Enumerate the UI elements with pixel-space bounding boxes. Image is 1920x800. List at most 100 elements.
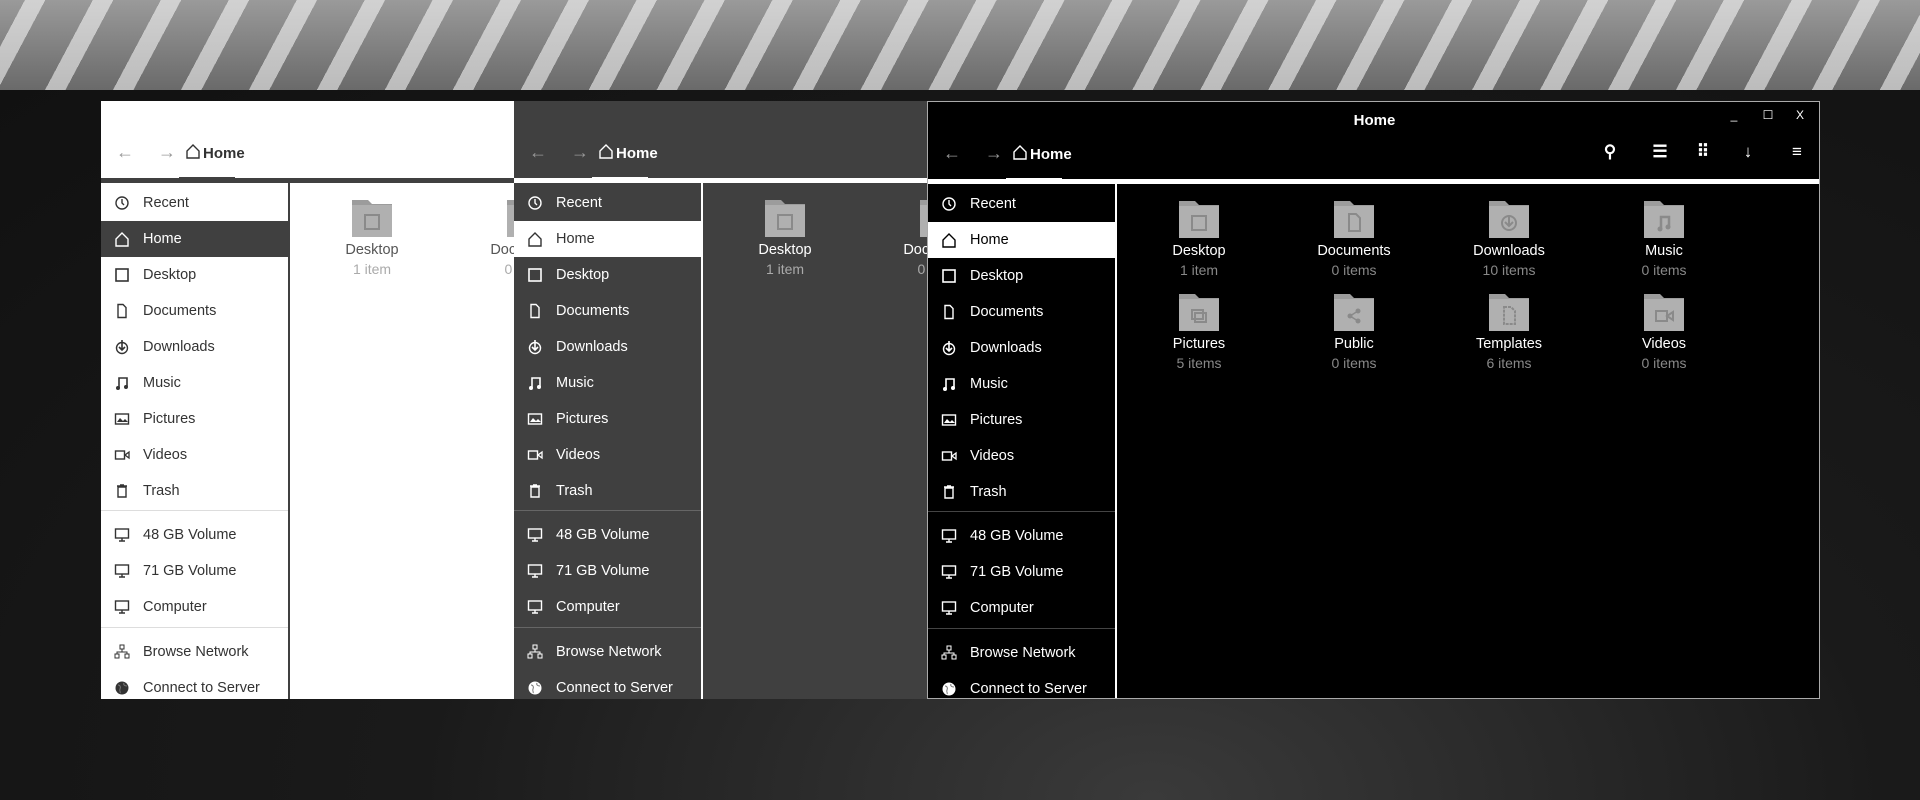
sidebar-item-connect-to-server[interactable]: Connect to Server: [514, 670, 701, 699]
sidebar-item-home[interactable]: Home: [928, 222, 1115, 258]
back-button[interactable]: ←: [113, 142, 137, 163]
folder-item-count: 0 items: [504, 261, 514, 277]
document-icon: [112, 303, 131, 319]
sidebar-item-desktop[interactable]: Desktop: [928, 258, 1115, 294]
sidebar-item-label: Connect to Server: [970, 681, 1087, 697]
sidebar-item-71-gb-volume[interactable]: 71 GB Volume: [101, 553, 288, 589]
sidebar-item-label: Browse Network: [970, 645, 1076, 661]
sidebar-item-trash[interactable]: Trash: [101, 473, 288, 509]
sidebar-item-home[interactable]: Home: [101, 221, 288, 257]
home-icon: [112, 231, 131, 247]
folder-documents[interactable]: Documents 0 items: [875, 198, 927, 277]
folder-pictures[interactable]: Pictures 5 items: [1134, 292, 1264, 371]
sidebar-item-videos[interactable]: Videos: [928, 438, 1115, 474]
sidebar-item-trash[interactable]: Trash: [514, 473, 701, 509]
sidebar-section-separator: [514, 510, 701, 511]
sidebar-item-connect-to-server[interactable]: Connect to Server: [928, 671, 1115, 698]
folder-desktop[interactable]: Desktop 1 item: [307, 198, 437, 277]
sidebar-item-downloads[interactable]: Downloads: [928, 330, 1115, 366]
folder-item-count: 0 items: [917, 261, 927, 277]
sidebar-item-71-gb-volume[interactable]: 71 GB Volume: [514, 553, 701, 589]
sidebar-item-downloads[interactable]: Downloads: [101, 329, 288, 365]
sidebar-item-computer[interactable]: Computer: [101, 589, 288, 625]
minimize-icon[interactable]: _: [1724, 108, 1744, 122]
pictures-icon: [525, 411, 544, 427]
sidebar-item-browse-network[interactable]: Browse Network: [514, 634, 701, 670]
folder-label: Music: [1645, 243, 1683, 259]
network-icon: [939, 645, 958, 661]
folder-label: Downloads: [1473, 243, 1545, 259]
close-icon[interactable]: X: [1790, 108, 1810, 122]
file-manager-window-gray: Home←→HomeRecentHomeDesktopDocumentsDown…: [514, 101, 927, 699]
folder-videos[interactable]: Videos 0 items: [1599, 292, 1729, 371]
back-button[interactable]: ←: [526, 142, 550, 163]
forward-button[interactable]: →: [982, 143, 1006, 164]
computer-icon: [525, 599, 544, 615]
sidebar-item-connect-to-server[interactable]: Connect to Server: [101, 670, 288, 699]
sidebar-item-label: Documents: [556, 303, 630, 319]
back-button[interactable]: ←: [940, 143, 964, 164]
sidebar-item-documents[interactable]: Documents: [928, 294, 1115, 330]
folder-desktop-icon: [307, 198, 437, 238]
folder-templates[interactable]: Templates 6 items: [1444, 292, 1574, 371]
forward-button[interactable]: →: [568, 142, 592, 163]
sidebar-item-label: Home: [970, 232, 1009, 248]
folder-desktop[interactable]: Desktop 1 item: [720, 198, 850, 277]
sidebar-item-48-gb-volume[interactable]: 48 GB Volume: [101, 517, 288, 553]
breadcrumb-home[interactable]: Home: [185, 143, 245, 163]
breadcrumb-label: Home: [203, 144, 245, 162]
sidebar-item-videos[interactable]: Videos: [514, 437, 701, 473]
sidebar-item-computer[interactable]: Computer: [514, 589, 701, 625]
document-icon: [939, 304, 958, 320]
sidebar-item-48-gb-volume[interactable]: 48 GB Volume: [928, 518, 1115, 554]
home-icon: [1012, 144, 1028, 164]
breadcrumb-home[interactable]: Home: [598, 143, 658, 163]
sidebar-item-browse-network[interactable]: Browse Network: [101, 634, 288, 670]
trash-icon: [939, 484, 958, 500]
folder-desktop[interactable]: Desktop 1 item: [1134, 199, 1264, 278]
sidebar-item-music[interactable]: Music: [514, 365, 701, 401]
folder-music[interactable]: Music 0 items: [1599, 199, 1729, 278]
folder-downloads[interactable]: Downloads 10 items: [1444, 199, 1574, 278]
search-icon[interactable]: ⚲: [1595, 142, 1625, 162]
sidebar-item-desktop[interactable]: Desktop: [101, 257, 288, 293]
sidebar-item-computer[interactable]: Computer: [928, 590, 1115, 626]
sort-down-icon[interactable]: ↓: [1733, 142, 1763, 162]
sidebar-item-48-gb-volume[interactable]: 48 GB Volume: [514, 517, 701, 553]
sidebar-item-71-gb-volume[interactable]: 71 GB Volume: [928, 554, 1115, 590]
sidebar-item-documents[interactable]: Documents: [514, 293, 701, 329]
sidebar-item-videos[interactable]: Videos: [101, 437, 288, 473]
sidebar-item-documents[interactable]: Documents: [101, 293, 288, 329]
folder-documents[interactable]: Documents 0 items: [1289, 199, 1419, 278]
sidebar-item-label: Computer: [970, 600, 1034, 616]
list-view-icon[interactable]: ☰: [1645, 142, 1675, 162]
sidebar-item-pictures[interactable]: Pictures: [928, 402, 1115, 438]
music-icon: [525, 375, 544, 391]
sidebar-item-pictures[interactable]: Pictures: [514, 401, 701, 437]
menu-icon[interactable]: ≡: [1782, 142, 1812, 162]
sidebar-item-downloads[interactable]: Downloads: [514, 329, 701, 365]
folder-documents[interactable]: Documents 0 items: [462, 198, 514, 277]
sidebar-item-pictures[interactable]: Pictures: [101, 401, 288, 437]
maximize-icon[interactable]: ☐: [1758, 108, 1778, 122]
sidebar-item-music[interactable]: Music: [101, 365, 288, 401]
forward-button[interactable]: →: [155, 142, 179, 163]
folder-public[interactable]: Public 0 items: [1289, 292, 1419, 371]
sidebar-item-trash[interactable]: Trash: [928, 474, 1115, 510]
sidebar-item-desktop[interactable]: Desktop: [514, 257, 701, 293]
sidebar-item-browse-network[interactable]: Browse Network: [928, 635, 1115, 671]
breadcrumb-home[interactable]: Home: [1012, 144, 1072, 164]
sidebar-item-label: Trash: [143, 483, 180, 499]
folder-label: Videos: [1641, 336, 1687, 352]
sidebar-item-music[interactable]: Music: [928, 366, 1115, 402]
sidebar: Recent Home Desktop Documents Downloads Music…: [928, 184, 1115, 698]
grid-view-icon[interactable]: ⠿: [1688, 142, 1718, 162]
sidebar-item-recent[interactable]: Recent: [928, 186, 1115, 222]
sidebar-item-recent[interactable]: Recent: [101, 185, 288, 221]
sidebar-section-separator: [101, 627, 288, 628]
sidebar-item-recent[interactable]: Recent: [514, 185, 701, 221]
sidebar-item-home[interactable]: Home: [514, 221, 701, 257]
sidebar-item-label: Trash: [556, 483, 593, 499]
sidebar-item-label: Home: [556, 231, 595, 247]
sidebar-item-label: Browse Network: [556, 644, 662, 660]
